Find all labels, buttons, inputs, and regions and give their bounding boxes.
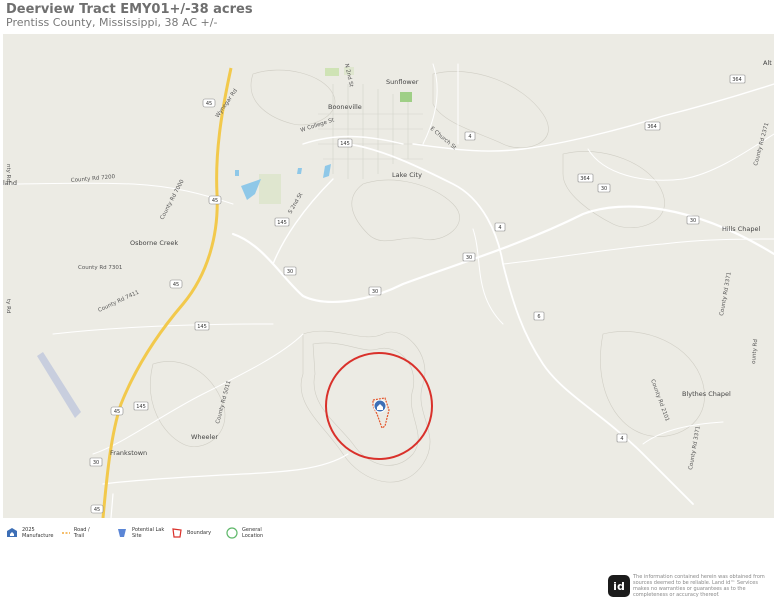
- svg-text:45: 45: [173, 282, 179, 288]
- shield-145: 145: [337, 138, 353, 148]
- svg-text:30: 30: [287, 269, 293, 275]
- shield-45: 45: [208, 195, 222, 205]
- map-title: Deerview Tract EMY01+/-38 acres: [6, 2, 253, 17]
- svg-text:364: 364: [732, 77, 742, 83]
- road-label: County Rd 7411: [97, 290, 140, 314]
- legend-item: 2025 Manufacture: [6, 527, 56, 539]
- shield-30: 30: [462, 252, 476, 262]
- svg-text:30: 30: [466, 255, 472, 261]
- svg-text:45: 45: [114, 409, 120, 415]
- place-label: Osborne Creek: [130, 239, 178, 247]
- park-area: [259, 174, 281, 204]
- shield-364: 364: [577, 173, 594, 183]
- svg-text:6: 6: [537, 314, 540, 320]
- shield-4: 4: [494, 222, 506, 232]
- road-label: ounty Rd: [751, 339, 759, 364]
- boundary-shape-icon: [172, 528, 182, 538]
- place-label: Lake City: [392, 171, 422, 179]
- circle-icon: [226, 527, 238, 539]
- place-label: Frankstown: [110, 449, 147, 457]
- place-label: Booneville: [328, 103, 362, 111]
- legend-item: Road / Trail: [61, 527, 92, 539]
- place-label: Sunflower: [386, 78, 419, 86]
- road-label: County Rd 3371: [719, 272, 733, 317]
- home-marker-icon: [7, 528, 17, 537]
- map-canvas[interactable]: Booneville Sunflower Lake City Osborne C…: [3, 34, 774, 518]
- road-label: N 2nd St: [343, 63, 354, 88]
- map-svg: Booneville Sunflower Lake City Osborne C…: [3, 59, 774, 518]
- road-label: County Rd 3371: [688, 426, 702, 471]
- shield-45: 45: [90, 504, 104, 514]
- water-bodies: [235, 164, 331, 200]
- svg-text:30: 30: [93, 460, 99, 466]
- shield-364: 364: [644, 121, 661, 131]
- legend-item: Potential Lak Site: [116, 527, 166, 539]
- shield-4: 4: [464, 131, 476, 141]
- legend-item: Boundary: [171, 527, 211, 539]
- shield-45: 45: [169, 279, 183, 289]
- shield-364: 364: [729, 74, 746, 84]
- svg-text:145: 145: [277, 220, 287, 226]
- land-id-logo: id: [608, 575, 630, 597]
- place-label: Hills Chapel: [722, 225, 761, 233]
- shield-30: 30: [686, 215, 700, 225]
- legend-label: General Location: [242, 527, 264, 539]
- road-label: County Rd 7200: [71, 174, 116, 184]
- svg-text:45: 45: [94, 507, 100, 513]
- shield-30: 30: [89, 457, 103, 467]
- park-area: [325, 68, 339, 76]
- potential-lake-site: [37, 352, 81, 418]
- svg-text:145: 145: [197, 324, 207, 330]
- home-marker-icon[interactable]: [373, 399, 387, 413]
- svg-text:364: 364: [580, 176, 590, 182]
- svg-text:45: 45: [212, 198, 218, 204]
- shield-145: 145: [194, 321, 210, 331]
- road-label: S 2nd St: [288, 191, 305, 215]
- shield-145: 145: [133, 401, 149, 411]
- shield-30: 30: [368, 286, 382, 296]
- road-label: ty Rd: [5, 299, 11, 313]
- road-label: County Rd 7301: [78, 265, 122, 271]
- road-label: W College St: [300, 117, 336, 134]
- svg-text:30: 30: [601, 186, 607, 192]
- place-label: Wheeler: [191, 433, 218, 441]
- shield-45: 45: [202, 98, 216, 108]
- shield-30: 30: [597, 183, 611, 193]
- svg-text:145: 145: [340, 141, 350, 147]
- road-label: County Rd 2101: [649, 379, 670, 423]
- svg-text:4: 4: [468, 134, 471, 140]
- svg-text:30: 30: [690, 218, 696, 224]
- legend-label: 2025 Manufacture: [22, 527, 54, 539]
- shield-45: 45: [110, 406, 124, 416]
- road-label: nty Rd: [5, 164, 11, 182]
- svg-text:364: 364: [647, 124, 657, 130]
- legend-label: Boundary: [187, 530, 212, 536]
- shield-145: 145: [274, 217, 290, 227]
- shield-6: 6: [533, 311, 545, 321]
- legend-label: Road / Trail: [73, 527, 90, 539]
- svg-text:4: 4: [498, 225, 501, 231]
- place-label: Blythes Chapel: [682, 390, 731, 398]
- legend-item: General Location: [226, 527, 272, 539]
- legend-label: Potential Lak Site: [132, 527, 165, 539]
- park-area: [400, 92, 412, 102]
- svg-text:145: 145: [136, 404, 146, 410]
- svg-text:45: 45: [206, 101, 212, 107]
- road-label: County Rd 2371: [753, 122, 770, 166]
- road-label: County Rd 7000: [159, 178, 185, 220]
- pin-icon: [118, 529, 126, 537]
- disclaimer-text: The information contained herein was obt…: [633, 574, 765, 598]
- svg-text:30: 30: [372, 289, 378, 295]
- shield-30: 30: [283, 266, 297, 276]
- route-shields: 45 45 45 45 45 145 145 145 145 4 4 4 6 3…: [89, 74, 746, 514]
- dashed-line-icon: [62, 532, 70, 534]
- shield-4: 4: [616, 433, 628, 443]
- place-label: Alt: [763, 59, 772, 67]
- map-subtitle: Prentiss County, Mississippi, 38 AC +/-: [6, 16, 218, 29]
- svg-text:4: 4: [620, 436, 623, 442]
